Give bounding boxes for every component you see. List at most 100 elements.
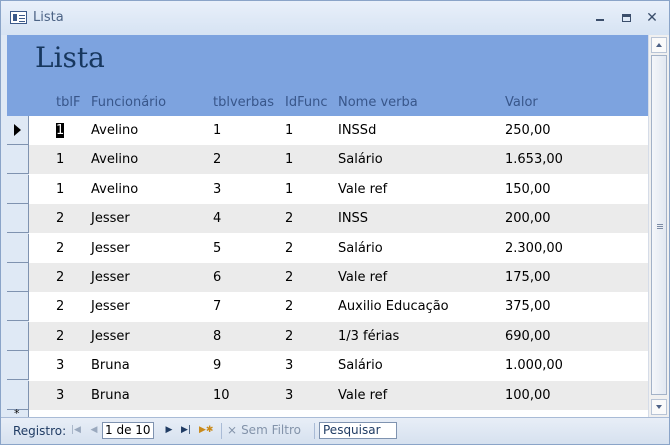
cell-valor[interactable]: 200,00 <box>505 211 551 226</box>
record-selector[interactable] <box>7 292 29 321</box>
cell-funcionario[interactable]: Avelino <box>91 152 138 167</box>
table-row[interactable]: 2 Jesser 5 2 Salário 2.300,00 <box>29 234 648 263</box>
cell-funcionario[interactable]: Bruna <box>91 358 130 373</box>
cell-tblverbas[interactable]: 3 <box>213 182 221 197</box>
record-selector[interactable] <box>7 351 29 380</box>
cell-tblf[interactable]: 1 <box>56 152 64 167</box>
cell-tblf[interactable]: 2 <box>56 211 64 226</box>
first-record-button[interactable]: |◀ <box>69 423 83 437</box>
cell-nome-verba[interactable]: Vale ref <box>338 182 387 197</box>
new-record-button[interactable]: ▶✱ <box>199 423 213 437</box>
cell-funcionario[interactable]: Bruna <box>91 388 130 403</box>
cell-valor[interactable]: 690,00 <box>505 329 551 344</box>
record-selector[interactable] <box>7 381 29 410</box>
cell-tblf[interactable]: 3 <box>56 388 64 403</box>
title-bar[interactable]: Lista ✕ <box>1 1 669 35</box>
cell-idfunc[interactable]: 3 <box>285 358 293 373</box>
record-selector[interactable] <box>7 263 29 292</box>
new-record-selector[interactable] <box>7 407 29 417</box>
cell-valor[interactable]: 1.653,00 <box>505 152 563 167</box>
cell-funcionario[interactable]: Jesser <box>91 241 130 256</box>
cell-tblverbas[interactable]: 8 <box>213 329 221 344</box>
cell-idfunc[interactable]: 2 <box>285 270 293 285</box>
cell-funcionario[interactable]: Jesser <box>91 299 130 314</box>
cell-tblverbas[interactable]: 4 <box>213 211 221 226</box>
cell-idfunc[interactable]: 1 <box>285 182 293 197</box>
table-row[interactable]: 3 Bruna 10 3 Vale ref 100,00 <box>29 381 648 410</box>
scroll-thumb[interactable] <box>651 55 667 395</box>
cell-idfunc[interactable]: 1 <box>285 123 293 138</box>
record-selector[interactable] <box>7 234 29 263</box>
cell-tblverbas[interactable]: 2 <box>213 152 221 167</box>
table-row[interactable]: 1 Avelino 3 1 Vale ref 150,00 <box>29 175 648 204</box>
cell-nome-verba[interactable]: Auxilio Educação <box>338 299 449 314</box>
minimize-button[interactable] <box>589 9 611 27</box>
cell-tblverbas[interactable]: 1 <box>213 123 221 138</box>
cell-nome-verba[interactable]: INSSd <box>338 123 376 138</box>
cell-nome-verba[interactable]: 1/3 férias <box>338 329 399 344</box>
vertical-scrollbar[interactable] <box>648 35 669 417</box>
cell-idfunc[interactable]: 1 <box>285 152 293 167</box>
record-selector[interactable] <box>7 145 29 174</box>
cell-tblf[interactable]: 2 <box>56 299 64 314</box>
column-label-tblverbas: tblverbas <box>213 95 274 110</box>
cell-tblverbas[interactable]: 6 <box>213 270 221 285</box>
cell-idfunc[interactable]: 2 <box>285 329 293 344</box>
cell-tblf[interactable]: 2 <box>56 241 64 256</box>
cell-nome-verba[interactable]: Salário <box>338 241 383 256</box>
record-selector[interactable] <box>7 175 29 204</box>
cell-valor[interactable]: 2.300,00 <box>505 241 563 256</box>
table-row[interactable]: 2 Jesser 7 2 Auxilio Educação 375,00 <box>29 292 648 321</box>
cell-tblf[interactable]: 2 <box>56 270 64 285</box>
cell-nome-verba[interactable]: Vale ref <box>338 388 387 403</box>
cell-idfunc[interactable]: 3 <box>285 388 293 403</box>
next-record-button[interactable]: ▶ <box>162 423 176 437</box>
last-record-button[interactable]: ▶| <box>179 423 193 437</box>
cell-tblf[interactable]: 1 <box>56 123 65 138</box>
cell-tblverbas[interactable]: 9 <box>213 358 221 373</box>
cell-valor[interactable]: 375,00 <box>505 299 551 314</box>
cell-nome-verba[interactable]: Salário <box>338 358 383 373</box>
cell-nome-verba[interactable]: INSS <box>338 211 368 226</box>
table-row[interactable]: 2 Jesser 4 2 INSS 200,00 <box>29 204 648 233</box>
cell-valor[interactable]: 150,00 <box>505 182 551 197</box>
cell-nome-verba[interactable]: Vale ref <box>338 270 387 285</box>
scroll-down-button[interactable] <box>651 399 667 415</box>
next-record-icon: ▶ <box>165 425 173 435</box>
filter-toggle[interactable]: ⨯ Sem Filtro <box>227 423 301 437</box>
cell-valor[interactable]: 100,00 <box>505 388 551 403</box>
table-row[interactable]: 2 Jesser 8 2 1/3 férias 690,00 <box>29 322 648 351</box>
cell-nome-verba[interactable]: Salário <box>338 152 383 167</box>
cell-funcionario[interactable]: Avelino <box>91 123 138 138</box>
cell-valor[interactable]: 1.000,00 <box>505 358 563 373</box>
scroll-up-button[interactable] <box>651 37 667 53</box>
cell-tblf[interactable]: 3 <box>56 358 64 373</box>
cell-idfunc[interactable]: 2 <box>285 241 293 256</box>
previous-record-button[interactable]: ◀ <box>87 423 101 437</box>
column-label-tblf: tblF <box>56 95 81 110</box>
maximize-button[interactable] <box>615 9 637 27</box>
close-button[interactable]: ✕ <box>641 9 663 27</box>
cell-funcionario[interactable]: Avelino <box>91 182 138 197</box>
record-selector-current[interactable] <box>7 116 29 145</box>
cell-tblverbas[interactable]: 7 <box>213 299 221 314</box>
cell-funcionario[interactable]: Jesser <box>91 329 130 344</box>
cell-valor[interactable]: 250,00 <box>505 123 551 138</box>
table-row[interactable]: 2 Jesser 6 2 Vale ref 175,00 <box>29 263 648 292</box>
table-row[interactable]: 3 Bruna 9 3 Salário 1.000,00 <box>29 351 648 380</box>
cell-tblf[interactable]: 1 <box>56 182 64 197</box>
cell-funcionario[interactable]: Jesser <box>91 211 130 226</box>
record-selector[interactable] <box>7 322 29 351</box>
cell-valor[interactable]: 175,00 <box>505 270 551 285</box>
cell-tblverbas[interactable]: 10 <box>213 388 230 403</box>
cell-funcionario[interactable]: Jesser <box>91 270 130 285</box>
record-selector[interactable] <box>7 204 29 233</box>
table-row[interactable]: 1 Avelino 1 1 INSSd 250,00 <box>29 116 648 145</box>
search-input[interactable]: Pesquisar <box>319 422 397 439</box>
cell-tblverbas[interactable]: 5 <box>213 241 221 256</box>
cell-tblf[interactable]: 2 <box>56 329 64 344</box>
current-record-input[interactable]: 1 de 10 <box>102 422 154 439</box>
table-row[interactable]: 1 Avelino 2 1 Salário 1.653,00 <box>29 145 648 174</box>
cell-idfunc[interactable]: 2 <box>285 299 293 314</box>
cell-idfunc[interactable]: 2 <box>285 211 293 226</box>
